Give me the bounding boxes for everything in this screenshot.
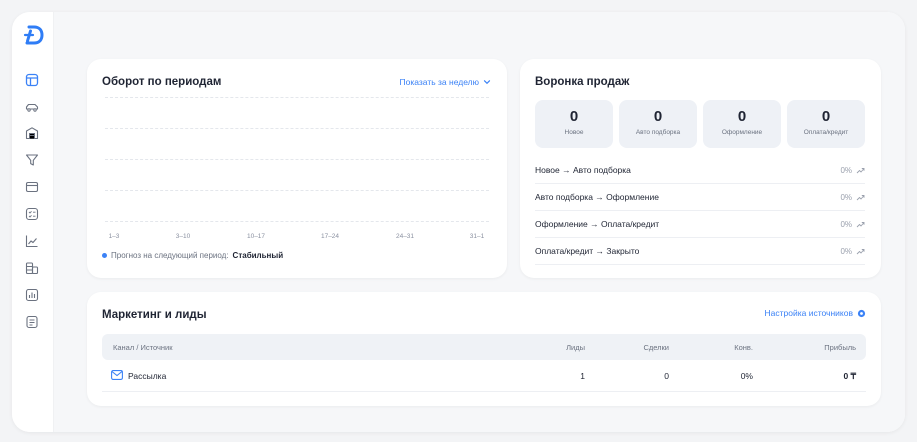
conversion-label: Оформление → Оплата/кредит	[535, 219, 660, 229]
show-week-dropdown[interactable]: Показать за неделю	[400, 77, 491, 87]
grid-line	[105, 128, 489, 129]
column-header-deals: Сделки	[643, 343, 669, 352]
conversion-label: Новое → Авто подборка	[535, 165, 631, 175]
trend-up-icon	[856, 248, 865, 254]
forecast-note: Прогноз на следующий период: Стабильный	[102, 251, 283, 260]
turnover-title: Оборот по периодам	[102, 76, 222, 88]
stage-count: 0	[569, 108, 579, 125]
trend-up-icon	[856, 167, 865, 173]
sales-funnel-card: Воронка продаж 0 Новое 0 Авто подборка 0…	[520, 59, 881, 278]
funnel-stage[interactable]: 0 Оплата/кредит	[787, 100, 865, 148]
grid-line	[105, 97, 489, 98]
turnover-card: Оборот по периодам Показать за неделю 1–…	[87, 59, 507, 278]
trend-up-icon	[856, 194, 865, 200]
stage-count: 0	[821, 108, 831, 125]
forecast-value: Стабильный	[232, 251, 284, 260]
trend-up-icon	[856, 221, 865, 227]
leads-value: 1	[580, 371, 585, 381]
car-icon[interactable]	[25, 100, 39, 114]
source-settings-label: Настройка источников	[764, 308, 853, 318]
table-row[interactable]: Рассылка 1 0 0% 0 ₸	[102, 360, 866, 392]
conversion-percent: 0%	[840, 192, 852, 202]
mail-icon	[111, 370, 123, 380]
forecast-dot-icon	[102, 253, 107, 258]
stage-count: 0	[653, 108, 663, 125]
coins-icon[interactable]	[25, 261, 39, 275]
stage-label: Оформление	[721, 129, 763, 136]
conversion-percent: 0%	[840, 165, 852, 175]
stage-label: Оплата/кредит	[803, 129, 849, 136]
conversion-row: Авто подборка → Оформление 0%	[535, 184, 865, 211]
conversion-label: Оплата/кредит → Закрыто	[535, 246, 640, 256]
checklist-icon[interactable]	[25, 207, 39, 221]
conversion-row: Оплата/кредит → Закрыто 0%	[535, 238, 865, 265]
grid-line	[105, 159, 489, 160]
settings-gear-icon	[857, 309, 866, 317]
conversion-percent: 0%	[840, 246, 852, 256]
document-icon[interactable]	[25, 315, 39, 329]
grid-line	[105, 190, 489, 191]
channel-name: Рассылка	[128, 371, 167, 381]
profit-value: 0 ₸	[843, 371, 857, 381]
conversion-label: Авто подборка → Оформление	[535, 192, 659, 202]
x-tick-label: 17–24	[320, 233, 340, 240]
app-window: Оборот по периодам Показать за неделю 1–…	[12, 12, 905, 432]
dashboard-icon[interactable]	[25, 73, 39, 87]
marketing-title: Маркетинг и лиды	[102, 309, 207, 321]
column-header-leads: Лиды	[566, 343, 585, 352]
sidebar	[12, 12, 54, 432]
deals-value: 0	[664, 371, 669, 381]
chevron-down-icon	[483, 80, 491, 85]
warehouse-icon[interactable]	[25, 126, 39, 140]
week-link-label: Показать за неделю	[399, 77, 479, 87]
card-icon[interactable]	[25, 180, 39, 194]
brand-logo-icon[interactable]	[22, 24, 44, 46]
table-header: Канал / Источник Лиды Сделки Конв. Прибы…	[102, 334, 866, 360]
funnel-stage[interactable]: 0 Оформление	[703, 100, 781, 148]
grid-line	[105, 221, 489, 222]
conversion-row: Оформление → Оплата/кредит 0%	[535, 211, 865, 238]
bar-report-icon[interactable]	[25, 288, 39, 302]
column-header-conversion: Конв.	[734, 343, 753, 352]
funnel-title: Воронка продаж	[535, 76, 630, 88]
stage-label: Авто подборка	[635, 129, 681, 136]
x-tick-label: 3–10	[175, 233, 191, 240]
funnel-filter-icon[interactable]	[25, 153, 39, 167]
stage-label: Новое	[564, 129, 584, 136]
marketing-leads-card: Маркетинг и лиды Настройка источников Ка…	[87, 292, 881, 406]
x-tick-label: 10–17	[246, 233, 266, 240]
source-settings-link[interactable]: Настройка источников	[765, 308, 866, 318]
column-header-profit: Прибыль	[824, 343, 856, 352]
x-tick-label: 1–3	[108, 233, 120, 240]
conversion-value: 0%	[740, 371, 753, 381]
forecast-label: Прогноз на следующий период:	[111, 251, 229, 260]
x-tick-label: 31–1	[469, 233, 485, 240]
x-tick-label: 24–31	[395, 233, 415, 240]
column-header-channel: Канал / Источник	[113, 343, 173, 352]
trend-chart-icon[interactable]	[25, 234, 39, 248]
conversion-percent: 0%	[840, 219, 852, 229]
main-content: Оборот по периодам Показать за неделю 1–…	[54, 12, 905, 432]
funnel-stage[interactable]: 0 Новое	[535, 100, 613, 148]
stage-count: 0	[737, 108, 747, 125]
conversion-row: Новое → Авто подборка 0%	[535, 157, 865, 184]
funnel-stage[interactable]: 0 Авто подборка	[619, 100, 697, 148]
